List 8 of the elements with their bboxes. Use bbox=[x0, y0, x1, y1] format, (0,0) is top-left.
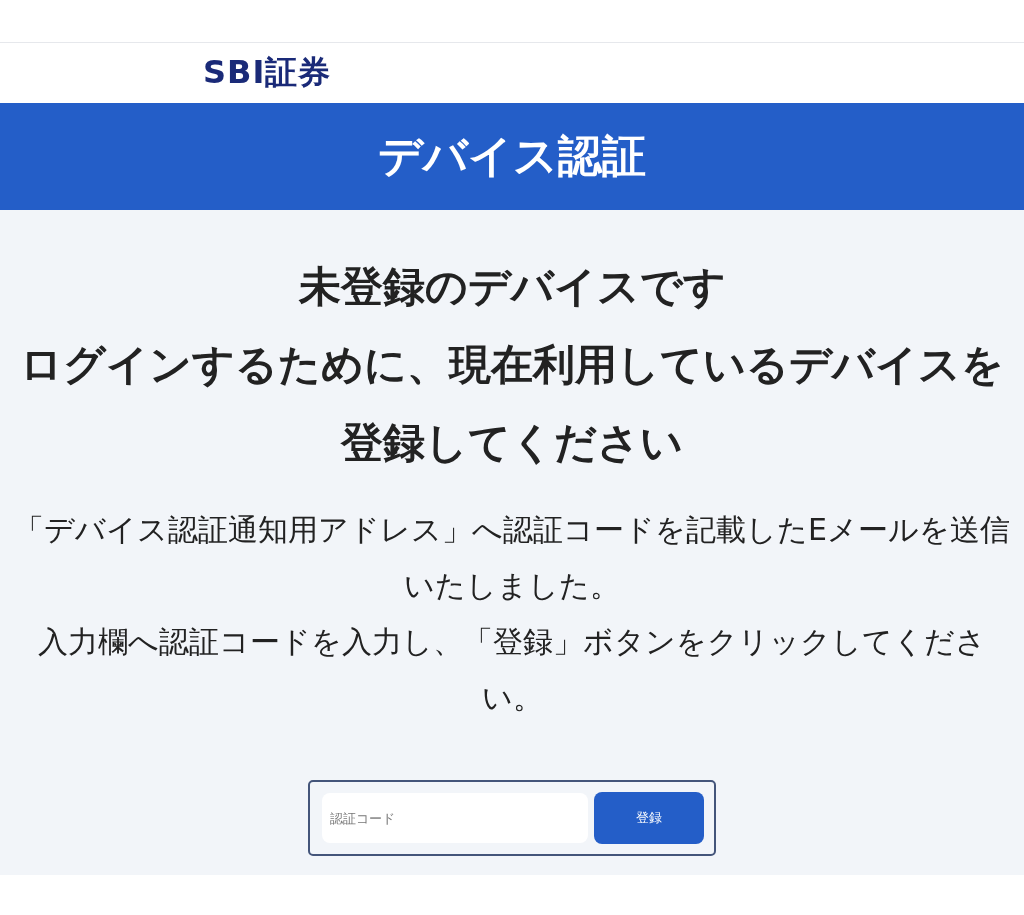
page-title: デバイス認証 bbox=[378, 129, 646, 183]
heading-text: 未登録のデバイスです bbox=[298, 261, 726, 313]
register-button[interactable]: 登録 bbox=[594, 792, 704, 844]
instruction-text: 入力欄へ認証コードを入力し、「登録」ボタンをクリックしてください。 bbox=[37, 623, 987, 717]
code-input-field[interactable]: 認証コード bbox=[322, 793, 588, 843]
heading-text: ログインするために、現在利用しているデバイスを登録してください bbox=[19, 339, 1005, 469]
instruction-text: 「デバイス認証通知用アドレス」へ認証コードを記載したEメールを送信いたしました。 bbox=[13, 511, 1011, 605]
logo: SBI証券 bbox=[203, 52, 332, 93]
